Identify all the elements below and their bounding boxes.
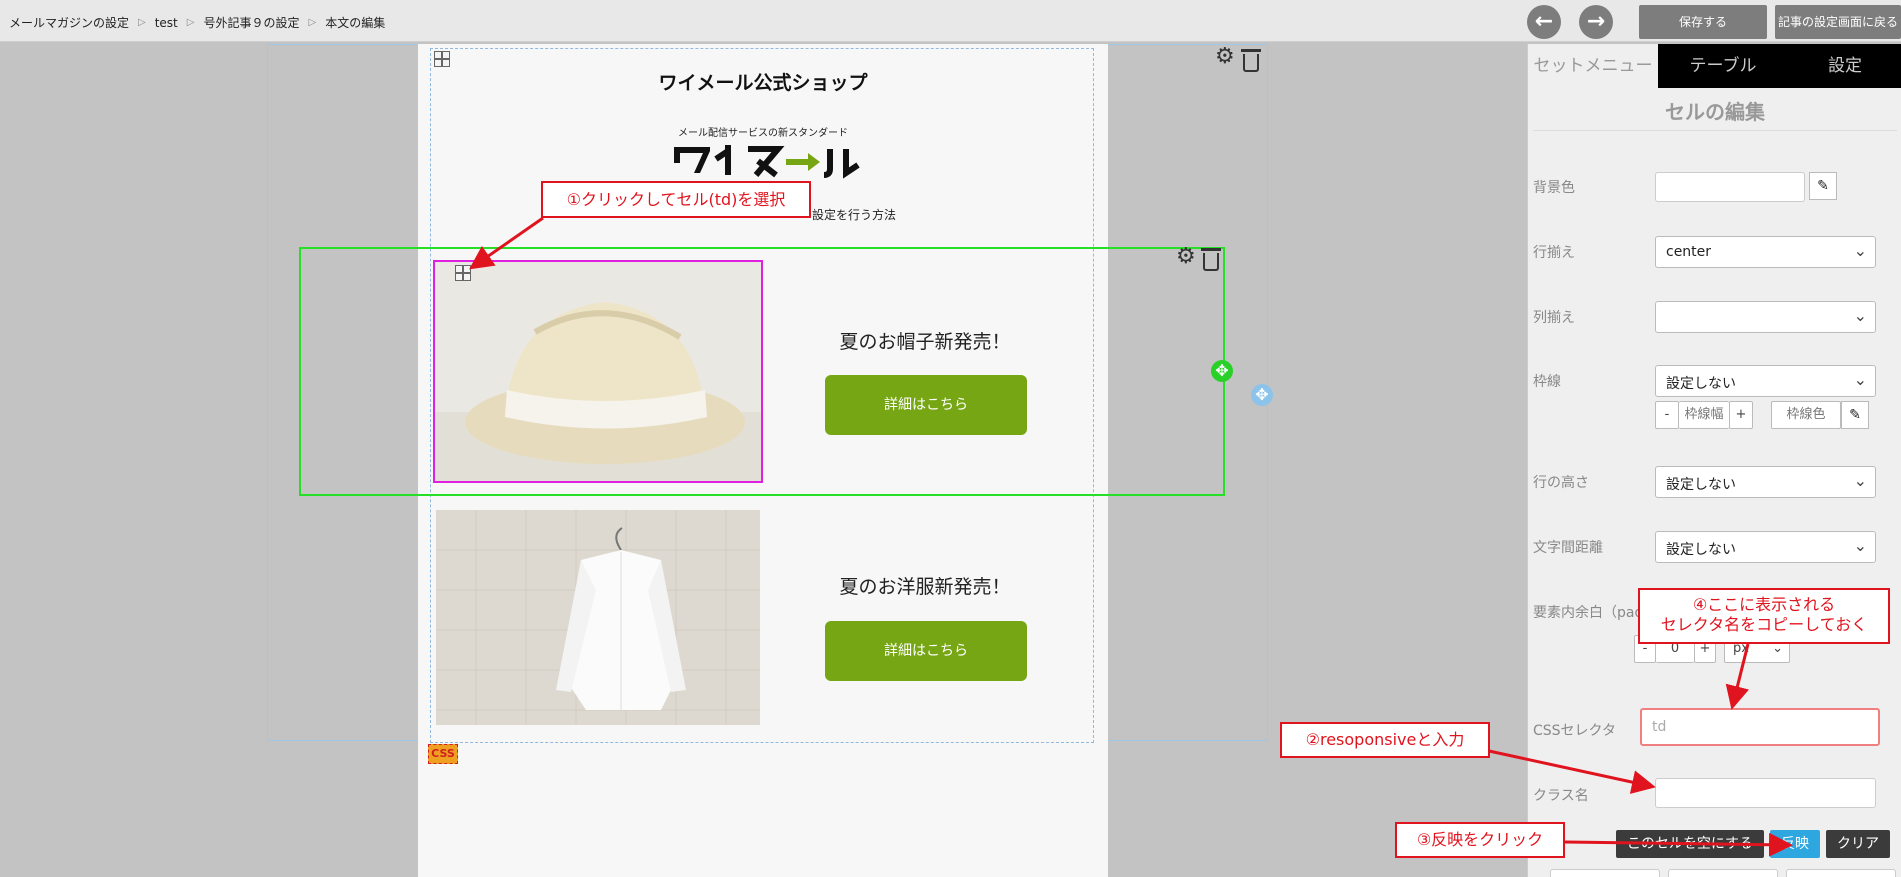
table-select-icon[interactable]	[434, 51, 450, 67]
halign-value: center	[1666, 244, 1712, 260]
class-name-label: クラス名	[1533, 788, 1589, 804]
letter-spacing-select[interactable]: 設定しない ⌄	[1655, 531, 1876, 563]
annotation-step4: ④ここに表示される セレクタ名をコピーしておく	[1638, 588, 1890, 644]
move-row-icon[interactable]: ✥	[1211, 360, 1233, 382]
tab-set-menu[interactable]: セットメニュー	[1528, 44, 1658, 88]
valign-select[interactable]: ⌄	[1655, 301, 1876, 333]
arrow-left-icon[interactable]: ←	[1527, 5, 1561, 39]
annotation-step3: ③反映をクリック	[1395, 822, 1565, 858]
apply-button[interactable]: 反映	[1770, 830, 1820, 858]
cell-select-icon[interactable]	[455, 265, 471, 281]
breadcrumb-item-current: 本文の編集	[325, 16, 386, 30]
breadcrumb-item[interactable]: 号外記事９の設定	[203, 14, 299, 31]
annotation-step4-line2: セレクタ名をコピーしておく	[1660, 615, 1868, 634]
tab-settings[interactable]: 設定	[1788, 44, 1901, 88]
chevron-down-icon: ⌄	[1853, 306, 1867, 325]
trash-icon[interactable]	[1241, 49, 1261, 72]
detail-button[interactable]: 詳細はこちら	[825, 375, 1027, 435]
valign-label: 列揃え	[1533, 310, 1575, 326]
product-title: 夏のお洋服新発売！	[839, 576, 1011, 598]
css-tag[interactable]: CSS	[428, 744, 458, 764]
annotation-step1: ①クリックしてセル(td)を選択	[541, 181, 811, 218]
css-selector-label: CSSセレクタ	[1533, 723, 1616, 739]
return-to-settings-button[interactable]: 記事の設定画面に戻る	[1775, 5, 1901, 39]
shop-title: ワイメール公式ショップ	[658, 72, 868, 94]
top-bar: メールマガジンの設定 ▷ test ▷ 号外記事９の設定 ▷ 本文の編集 ← →…	[0, 0, 1901, 42]
halign-select[interactable]: center ⌄	[1655, 236, 1876, 268]
letter-spacing-label: 文字間距離	[1533, 540, 1603, 556]
padding-label: 要素内余白（pad	[1533, 605, 1644, 621]
right-panel: セットメニュー テーブル 設定 セルの編集 背景色 ✎ 行揃え center ⌄ …	[1527, 44, 1901, 877]
selected-cell[interactable]	[433, 260, 763, 483]
chevron-down-icon: ⌄	[1853, 536, 1867, 555]
trash-icon[interactable]	[1201, 248, 1221, 271]
css-selector-input[interactable]: td	[1640, 708, 1880, 746]
border-label: 枠線	[1533, 374, 1561, 390]
chevron-down-icon: ⌄	[1853, 370, 1867, 389]
row-height-label: 行の高さ	[1533, 475, 1589, 491]
row-height-select[interactable]: 設定しない ⌄	[1655, 466, 1876, 498]
clear-button[interactable]: クリア	[1826, 830, 1890, 858]
method-text: 設定を行う方法	[812, 208, 897, 222]
breadcrumb-separator-icon: ▷	[138, 17, 146, 28]
tab-table[interactable]: テーブル	[1658, 44, 1788, 88]
halign-label: 行揃え	[1533, 245, 1575, 261]
gear-icon[interactable]: ⚙	[1176, 244, 1196, 269]
breadcrumb-item[interactable]: test	[155, 16, 178, 30]
tagline: メール配信サービスの新スタンダード	[678, 128, 848, 139]
clear-cell-button[interactable]: このセルを空にする	[1616, 830, 1764, 858]
chevron-down-icon: ⌄	[1853, 471, 1867, 490]
border-width-minus-button[interactable]: -	[1655, 401, 1679, 429]
border-width-field[interactable]: 枠線幅	[1679, 401, 1729, 429]
divider	[1533, 130, 1897, 131]
bottom-field[interactable]	[1668, 869, 1778, 877]
bottom-field[interactable]	[1550, 869, 1660, 877]
row-height-value: 設定しない	[1666, 477, 1736, 493]
detail-button[interactable]: 詳細はこちら	[825, 621, 1027, 681]
border-select[interactable]: 設定しない ⌄	[1655, 365, 1876, 397]
class-name-input[interactable]	[1655, 778, 1876, 808]
pen-icon[interactable]: ✎	[1809, 172, 1837, 200]
gear-icon[interactable]: ⚙	[1215, 44, 1235, 69]
breadcrumb-separator-icon: ▷	[186, 17, 195, 28]
product-title: 夏のお帽子新発売！	[839, 331, 1011, 353]
shirt-image	[436, 510, 760, 725]
border-color-field[interactable]: 枠線色	[1771, 401, 1841, 429]
breadcrumb-item[interactable]: メールマガジンの設定	[9, 14, 129, 31]
border-value: 設定しない	[1666, 376, 1736, 392]
bg-color-input[interactable]	[1655, 172, 1805, 202]
move-table-icon[interactable]: ✥	[1251, 384, 1273, 406]
chevron-down-icon: ⌄	[1853, 241, 1867, 260]
annotation-step4-line1: ④ここに表示される	[1692, 595, 1836, 614]
letter-spacing-value: 設定しない	[1666, 542, 1736, 558]
breadcrumb-separator-icon: ▷	[308, 17, 317, 28]
hat-image	[435, 262, 761, 481]
breadcrumb: メールマガジンの設定 ▷ test ▷ 号外記事９の設定 ▷ 本文の編集	[9, 14, 385, 31]
bg-color-label: 背景色	[1533, 180, 1575, 196]
bottom-field[interactable]	[1786, 869, 1896, 877]
save-button[interactable]: 保存する	[1639, 5, 1767, 39]
annotation-step2: ②resoponsiveと入力	[1280, 722, 1490, 758]
logo	[674, 145, 860, 179]
arrow-right-icon[interactable]: →	[1579, 5, 1613, 39]
pen-icon[interactable]: ✎	[1841, 401, 1869, 429]
panel-title: セルの編集	[1665, 100, 1765, 124]
border-width-plus-button[interactable]: +	[1729, 401, 1753, 429]
